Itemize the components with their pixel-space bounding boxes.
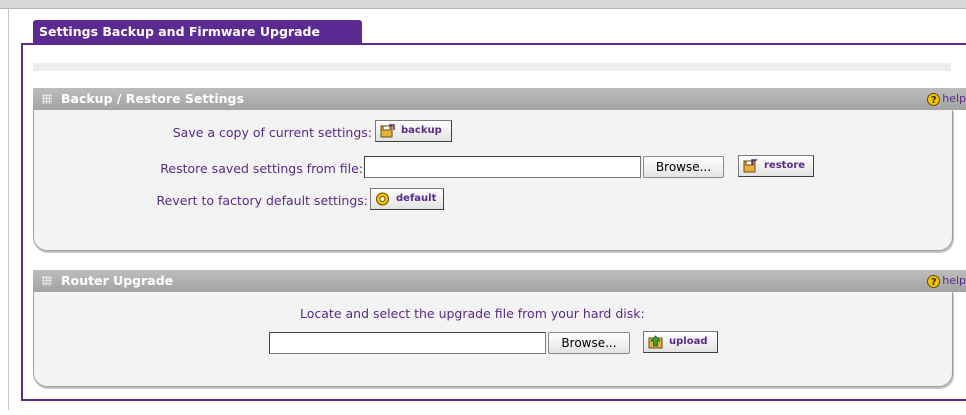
spacer-strip [33,63,951,71]
upgrade-help-link[interactable]: ? help [927,270,966,292]
backup-restore-title: Backup / Restore Settings [61,91,244,106]
restore-settings-label: Restore saved settings from file: [160,161,363,176]
upgrade-file-input[interactable] [269,332,546,354]
grip-icon [42,276,52,286]
upload-button-label: upload [669,336,708,347]
upgrade-help-label: help [942,274,966,287]
left-border [8,8,9,410]
top-border-shadow [0,8,966,9]
upload-icon [648,335,663,349]
default-button[interactable]: default [370,188,444,210]
restore-button[interactable]: restore [738,155,814,177]
restore-browse-button[interactable]: Browse... [643,156,724,178]
tab-settings-backup[interactable]: Settings Backup and Firmware Upgrade [33,20,362,44]
default-icon [376,192,389,206]
help-icon: ? [927,92,941,106]
backup-button[interactable]: backup [375,120,452,142]
grip-icon [42,94,52,104]
upgrade-browse-button[interactable]: Browse... [548,332,630,354]
save-settings-label: Save a copy of current settings: [172,125,372,140]
default-button-label: default [396,193,437,204]
restore-icon [743,159,757,173]
help-icon: ? [927,274,941,288]
backup-restore-header: Backup / Restore Settings ? help [33,88,966,110]
backup-button-label: backup [401,125,442,136]
restore-button-label: restore [764,160,806,171]
locate-upgrade-label: Locate and select the upgrade file from … [300,306,645,321]
upload-button[interactable]: upload [643,331,718,353]
backup-help-label: help [942,92,966,105]
router-upgrade-header: Router Upgrade ? help [33,270,966,292]
revert-settings-label: Revert to factory default settings: [156,193,368,208]
restore-file-input[interactable] [364,156,641,178]
backup-icon [380,124,395,138]
backup-help-link[interactable]: ? help [927,88,966,110]
router-upgrade-title: Router Upgrade [61,273,174,288]
